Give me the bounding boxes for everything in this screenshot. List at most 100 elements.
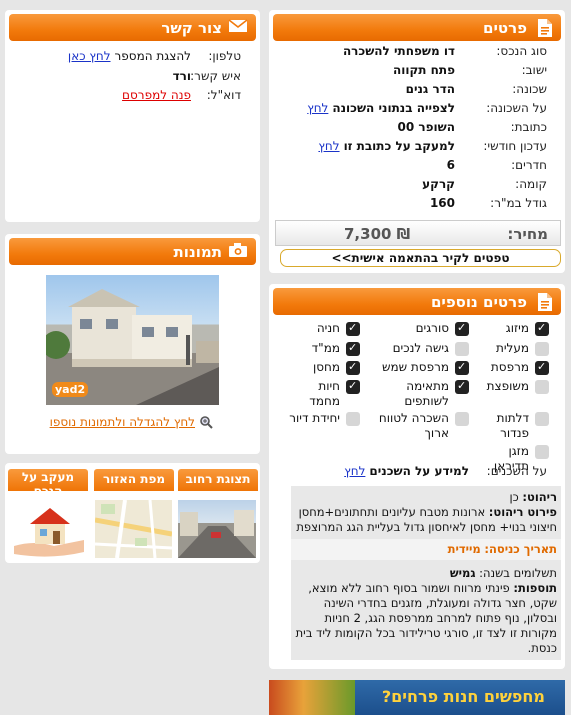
option-checkbox[interactable] xyxy=(535,445,549,459)
street-view-thumb[interactable] xyxy=(178,500,256,558)
payments-row: תשלומים בשנה: גמיש xyxy=(295,566,557,581)
furniture-value: כן xyxy=(509,490,519,504)
details-header: פרטים xyxy=(273,14,561,41)
price-box: מחיר: 7,300 ₪ xyxy=(275,220,561,246)
option-label: מחסן xyxy=(312,360,340,374)
details-row-link[interactable]: לחץ xyxy=(318,139,339,153)
details-row-value: דו משפחתי להשכרה xyxy=(342,44,455,58)
details-row: על השכונה: לצפייה בנתוני השכונה לחץ xyxy=(307,101,547,115)
option-checkbox[interactable] xyxy=(535,342,549,356)
details-row-label: חדרים: xyxy=(511,158,547,172)
tab-property-tracking[interactable]: מעקב על הנכס xyxy=(8,469,88,491)
entry-value: מיידית xyxy=(447,542,481,556)
details-row-value: 6 xyxy=(446,158,455,172)
furniture-label: ריהוט: xyxy=(522,490,557,504)
option-checkbox[interactable] xyxy=(455,342,469,356)
email-label: דוא"ל: xyxy=(206,88,241,102)
details-row: עדכון חודשי: למעקב על כתובת זו לחץ xyxy=(318,139,547,153)
option-label: חיות מחמד xyxy=(309,379,340,408)
option-checkbox[interactable] xyxy=(455,379,469,394)
tenants-value: למידע על השכנים xyxy=(369,464,469,478)
email-row: דוא"ל: פנה למפרסם xyxy=(122,88,241,102)
photos-title: תמונות xyxy=(173,242,222,261)
flower-shop-banner[interactable]: מחפשים חנות פרחים? xyxy=(269,680,565,715)
option-checkbox[interactable] xyxy=(346,379,360,394)
option-label: השכרה לטווח ארוך xyxy=(378,411,449,440)
option-label: דלתות פנדור xyxy=(496,411,529,440)
option-checkbox[interactable] xyxy=(346,412,360,426)
extras-label: תוספות: xyxy=(513,581,557,595)
contact-title: צור קשר xyxy=(161,18,222,37)
area-map-drawing xyxy=(95,500,172,558)
option-checkbox[interactable] xyxy=(535,412,549,426)
option-label: סורגים xyxy=(415,321,449,335)
details-row-value: הדר גנים xyxy=(405,82,455,96)
camera-icon xyxy=(229,242,248,262)
phone-label: טלפון: xyxy=(208,49,241,63)
details-row-value: פתח תקווה xyxy=(392,63,455,77)
contact-header: צור קשר xyxy=(9,14,256,41)
details-row: שכונה: הדר גנים xyxy=(406,82,547,96)
match-button[interactable]: טפטים לקיר בהתאמה אישית>> xyxy=(280,249,561,267)
option-checkbox[interactable] xyxy=(535,360,549,375)
entry-row: תאריך כניסה: מיידית xyxy=(291,539,561,560)
person-value: ורד xyxy=(172,69,191,83)
furniture-detail-row: פירוט ריהוט: ארונות מטבח עליונים ותחתוני… xyxy=(295,505,557,535)
house-in-hand-icon xyxy=(14,508,84,557)
contact-panel: צור קשר xyxy=(5,10,260,222)
option-checkbox[interactable] xyxy=(535,380,549,394)
details-row: כתובת: השופר 00 xyxy=(398,120,547,134)
area-map-thumb[interactable] xyxy=(95,500,172,558)
tenants-row: על השכנים: למידע על השכנים לחץ xyxy=(344,464,547,478)
email-link[interactable]: פנה למפרסם xyxy=(122,88,191,102)
price-value: 7,300 ₪ xyxy=(344,225,411,243)
details-row-value: קרקע xyxy=(422,177,455,191)
furniture-row: ריהוט: כן xyxy=(295,490,557,505)
option-checkbox[interactable] xyxy=(346,321,360,336)
phone-text: להצגת המספר xyxy=(114,49,191,63)
option-checkbox[interactable] xyxy=(346,360,360,375)
tab-street-view[interactable]: תצוגת רחוב xyxy=(178,469,258,491)
details-row-value: 160 xyxy=(429,196,455,210)
option-checkbox[interactable] xyxy=(455,321,469,336)
details-row: קומה: קרקע xyxy=(422,177,547,191)
flowers-image xyxy=(269,680,355,715)
details-row-label: שכונה: xyxy=(512,82,547,96)
details-row-label: ישוב: xyxy=(521,63,547,77)
option-checkbox[interactable] xyxy=(455,360,469,375)
option-checkbox[interactable] xyxy=(455,412,469,426)
description-inner: ריהוט: כן פירוט ריהוט: ארונות מטבח עליונ… xyxy=(291,490,561,656)
tracking-thumb[interactable] xyxy=(10,500,88,558)
payments-value: גמיש xyxy=(449,566,476,580)
payments-label: תשלומים בשנה: xyxy=(479,566,557,580)
banner-text: מחפשים חנות פרחים? xyxy=(381,687,545,706)
option-checkbox[interactable] xyxy=(346,341,360,356)
phone-link[interactable]: לחץ כאן xyxy=(68,49,111,63)
option-label: מרפסת שמש xyxy=(381,360,449,374)
option-label: מיזוג xyxy=(505,321,529,335)
details-row-value: לצפייה בנתוני השכונה xyxy=(332,101,455,115)
option-label: ממ"ד xyxy=(311,341,340,355)
price-label: מחיר: xyxy=(507,225,548,243)
photos-header: תמונות xyxy=(9,238,256,265)
property-photo[interactable]: yad2 xyxy=(46,275,219,405)
person-label: איש קשר: xyxy=(190,69,241,83)
tab-area-map[interactable]: מפת האזור xyxy=(94,469,174,491)
document-icon xyxy=(535,292,553,312)
furniture-detail-label: פירוט ריהוט: xyxy=(488,505,557,519)
option-checkbox[interactable] xyxy=(535,321,549,336)
yad2-watermark: yad2 xyxy=(52,382,89,397)
details-row-value: השופר 00 xyxy=(397,120,455,134)
option-label: מעלית xyxy=(495,341,529,355)
details-row: גודל במ"ר: 160 xyxy=(430,196,547,210)
photos-more-link[interactable]: לחץ להגדלה ולתמונות נוספו xyxy=(50,415,195,432)
envelope-icon xyxy=(228,18,248,38)
extras-row: תוספות: פינתי מרווח ושמור בסוף רחוב ללא … xyxy=(295,581,557,656)
option-label: מתאימה לשותפים xyxy=(404,379,449,408)
tenants-link[interactable]: לחץ xyxy=(344,464,365,478)
details-row: סוג הנכס: דו משפחתי להשכרה xyxy=(343,44,547,58)
details-row-value: למעקב על כתובת זו xyxy=(343,139,455,153)
details-row-link[interactable]: לחץ xyxy=(307,101,328,115)
person-row: איש קשר: ורד xyxy=(173,69,241,83)
option-label: גישה לנכים xyxy=(392,341,449,355)
